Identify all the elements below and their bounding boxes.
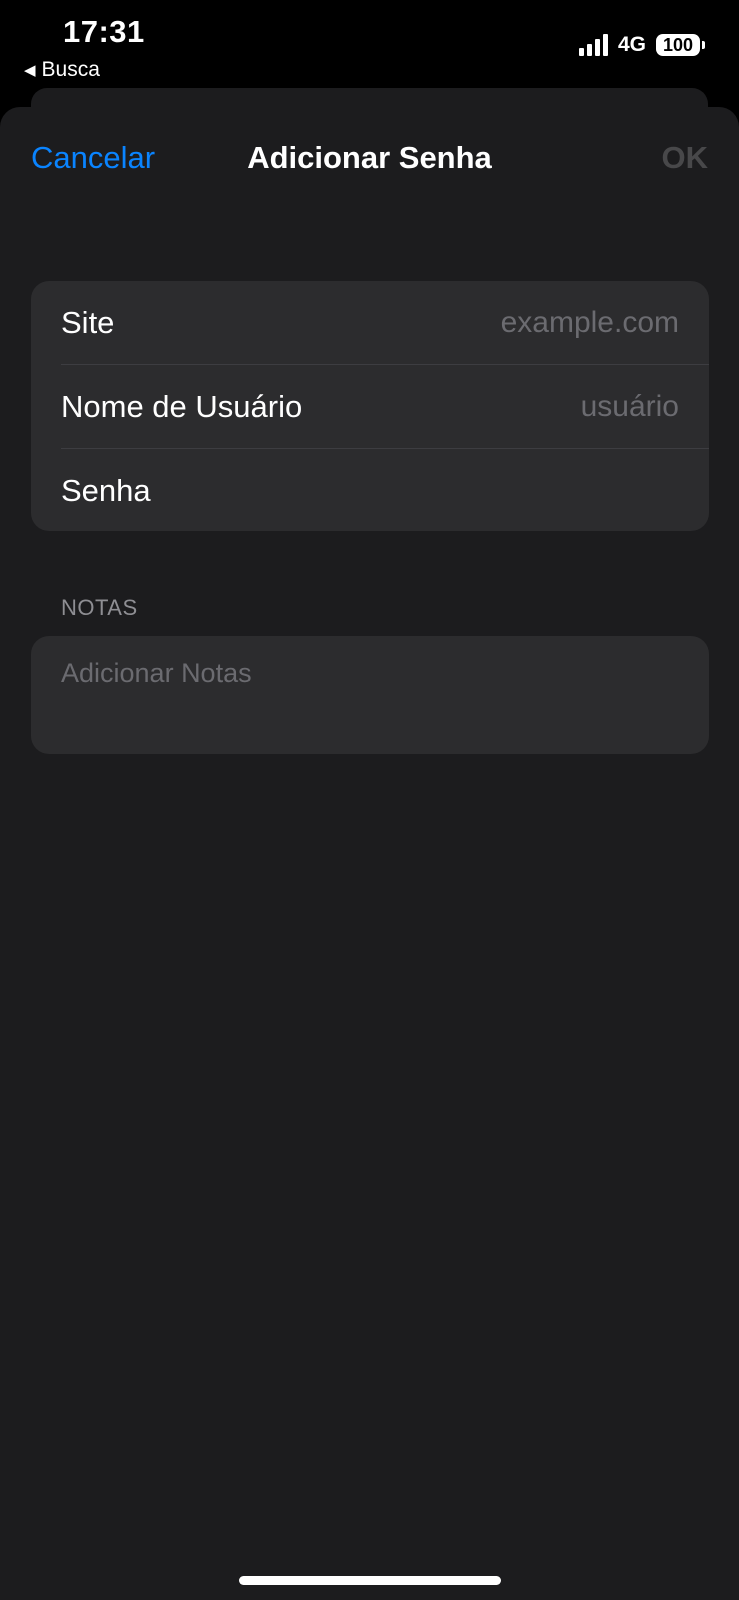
site-row[interactable]: Site (61, 281, 709, 365)
notes-input[interactable] (31, 636, 709, 754)
battery-level: 100 (656, 34, 700, 56)
username-input[interactable] (379, 389, 679, 424)
site-input[interactable] (379, 305, 679, 340)
password-row[interactable]: Senha (61, 449, 709, 531)
network-type: 4G (617, 33, 646, 56)
status-indicators: 4G 100 (578, 33, 705, 57)
add-password-sheet: Cancelar Adicionar Senha OK Site Nome de… (0, 107, 739, 1600)
username-row[interactable]: Nome de Usuário (61, 365, 709, 449)
site-label: Site (61, 304, 115, 340)
home-indicator[interactable] (239, 1576, 501, 1585)
credentials-form: Site Nome de Usuário Senha (31, 281, 709, 531)
ok-button[interactable]: OK (662, 140, 709, 176)
notes-group (31, 636, 709, 754)
page-title: Adicionar Senha (247, 140, 492, 175)
username-label: Nome de Usuário (61, 388, 303, 424)
navigation-bar: Cancelar Adicionar Senha OK (0, 107, 739, 215)
cellular-signal-icon (578, 34, 608, 56)
password-input[interactable] (379, 473, 679, 508)
battery-icon: 100 (656, 34, 705, 56)
back-triangle-icon: ◀ (24, 61, 36, 79)
notes-section-header: NOTAS (61, 595, 138, 620)
back-app-label: Busca (41, 58, 100, 81)
password-label: Senha (61, 472, 151, 508)
status-time: 17:31 (63, 14, 145, 49)
back-to-app-button[interactable]: ◀ Busca (24, 58, 100, 82)
